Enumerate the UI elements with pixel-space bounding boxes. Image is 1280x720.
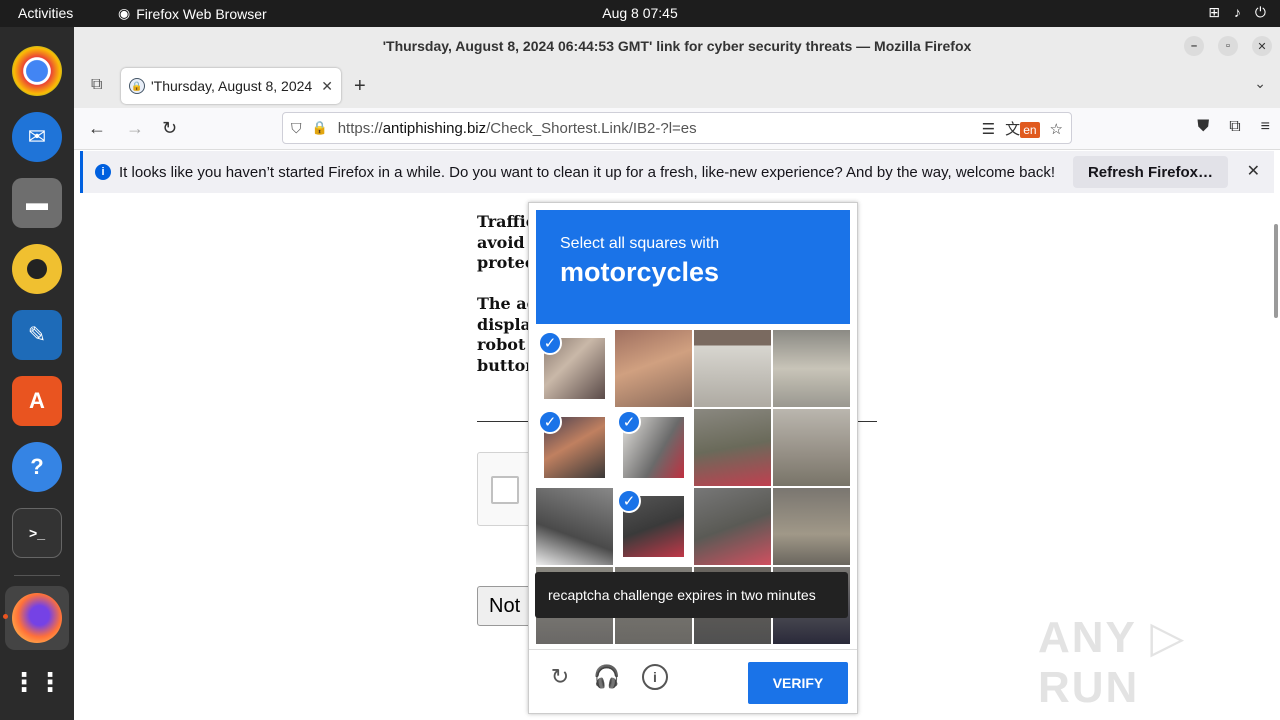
- instruction-target: motorcycles: [560, 257, 720, 287]
- power-icon: ⏻: [1254, 4, 1266, 20]
- navigation-bar: ← → ↻ ⛉ 🔒 https://antiphishing.biz/Check…: [74, 108, 1280, 150]
- captcha-tile[interactable]: [536, 488, 613, 565]
- libreoffice-writer-icon[interactable]: ✎: [12, 310, 62, 360]
- captcha-tile[interactable]: [694, 330, 771, 407]
- url-bar[interactable]: ⛉ 🔒 https://antiphishing.biz/Check_Short…: [282, 112, 1072, 144]
- tab-close-icon[interactable]: ✕: [321, 78, 333, 95]
- captcha-tile[interactable]: [615, 330, 692, 407]
- back-button[interactable]: ←: [88, 118, 106, 139]
- terminal-icon[interactable]: >_: [12, 508, 62, 558]
- reload-button[interactable]: ↻: [162, 118, 177, 139]
- selected-check-icon: ✓: [538, 331, 562, 355]
- translate-language-badge: en: [1020, 122, 1040, 138]
- app-grid-icon[interactable]: ⋮⋮: [11, 657, 63, 707]
- tile-image: [694, 488, 771, 565]
- system-tray[interactable]: ⊞ ♪ ⏻: [1208, 4, 1266, 21]
- refresh-firefox-button[interactable]: Refresh Firefox…: [1073, 156, 1228, 188]
- captcha-tile[interactable]: ✓: [536, 330, 613, 407]
- info-icon[interactable]: i: [642, 664, 668, 690]
- firefox-icon[interactable]: [12, 593, 62, 643]
- selected-check-icon: ✓: [617, 410, 641, 434]
- captcha-tile[interactable]: [694, 488, 771, 565]
- running-indicator: [3, 614, 8, 619]
- window-titlebar: 'Thursday, August 8, 2024 06:44:53 GMT' …: [74, 27, 1280, 64]
- expiry-tooltip: recaptcha challenge expires in two minut…: [535, 572, 848, 618]
- tab-active[interactable]: 🔒 'Thursday, August 8, 2024 ✕: [121, 68, 341, 104]
- captcha-tile[interactable]: [773, 330, 850, 407]
- refresh-notification-bar: i It looks like you haven’t started Fire…: [80, 151, 1274, 193]
- url-text: https://antiphishing.biz/Check_Shortest.…: [337, 119, 697, 137]
- challenge-header: Select all squares with motorcycles: [536, 210, 850, 324]
- network-icon: ⊞: [1208, 4, 1220, 20]
- recaptcha-checkbox[interactable]: [491, 476, 519, 504]
- captcha-tile[interactable]: [773, 488, 850, 565]
- captcha-tile[interactable]: ✓: [615, 488, 692, 565]
- watermark-logo: ANY ▷ RUN: [1038, 613, 1187, 712]
- info-icon: i: [95, 164, 111, 180]
- list-all-tabs-icon[interactable]: ⌄: [1254, 75, 1266, 92]
- system-top-bar: Activities ◉ Firefox Web Browser Aug 8 0…: [0, 0, 1280, 27]
- tile-image: [694, 330, 771, 407]
- tile-image: [615, 330, 692, 407]
- clock[interactable]: Aug 8 07:45: [0, 5, 1280, 21]
- tile-image: [773, 330, 850, 407]
- dock: ✉ ▬ ✎ A ? >_ ⋮⋮: [0, 27, 74, 720]
- tab-bar: ⧉ 🔒 'Thursday, August 8, 2024 ✕ + ⌄: [74, 64, 1280, 108]
- help-icon[interactable]: ?: [12, 442, 62, 492]
- close-window-button[interactable]: ✕: [1252, 36, 1272, 56]
- notification-message: It looks like you haven’t started Firefo…: [119, 163, 1056, 181]
- pocket-icon[interactable]: ⛊: [1197, 118, 1209, 136]
- tab-overview-icon[interactable]: ⧉: [91, 76, 102, 94]
- tab-favicon-icon: 🔒: [129, 78, 145, 94]
- recaptcha-challenge: Select all squares with motorcycles ✓ ✓ ✓ ✓…: [528, 202, 858, 714]
- selected-check-icon: ✓: [538, 410, 562, 434]
- window-title: 'Thursday, August 8, 2024 06:44:53 GMT' …: [382, 37, 972, 54]
- challenge-footer: ↻ 🎧 i VERIFY: [529, 649, 857, 713]
- tab-title: 'Thursday, August 8, 2024: [151, 78, 313, 94]
- files-icon[interactable]: ▬: [12, 178, 62, 228]
- forward-button[interactable]: →: [126, 118, 144, 139]
- reload-challenge-icon[interactable]: ↻: [547, 664, 573, 690]
- volume-icon: ♪: [1233, 4, 1241, 20]
- notification-close-icon[interactable]: ✕: [1247, 161, 1260, 181]
- audio-challenge-icon[interactable]: 🎧: [593, 664, 620, 690]
- chrome-icon[interactable]: [12, 46, 62, 96]
- reader-view-icon[interactable]: ☰: [982, 120, 995, 138]
- new-tab-button[interactable]: +: [354, 75, 366, 98]
- hamburger-menu-icon[interactable]: ≡: [1261, 118, 1270, 136]
- lock-icon[interactable]: 🔒: [312, 120, 328, 136]
- thunderbird-icon[interactable]: ✉: [12, 112, 62, 162]
- dock-separator: [14, 575, 60, 576]
- page-scrollbar[interactable]: [1274, 224, 1278, 318]
- tile-image: [773, 409, 850, 486]
- tile-image: [536, 488, 613, 565]
- captcha-tile[interactable]: ✓: [615, 409, 692, 486]
- captcha-tile[interactable]: ✓: [536, 409, 613, 486]
- tile-image: [773, 488, 850, 565]
- captcha-tile[interactable]: [694, 409, 771, 486]
- instruction-text: Select all squares with: [560, 235, 720, 252]
- bookmark-star-icon[interactable]: ☆: [1050, 120, 1063, 138]
- translate-icon[interactable]: 文 en: [1005, 118, 1040, 139]
- verify-button[interactable]: VERIFY: [748, 662, 848, 704]
- captcha-tile[interactable]: [773, 409, 850, 486]
- minimize-button[interactable]: –: [1184, 36, 1204, 56]
- app-center-icon[interactable]: A: [12, 376, 62, 426]
- rhythmbox-icon[interactable]: [12, 244, 62, 294]
- maximize-button[interactable]: ▫: [1218, 36, 1238, 56]
- selected-check-icon: ✓: [617, 489, 641, 513]
- tile-image: [694, 409, 771, 486]
- tracking-protection-icon[interactable]: ⛉: [291, 120, 302, 137]
- extensions-icon[interactable]: ⧉: [1229, 118, 1240, 136]
